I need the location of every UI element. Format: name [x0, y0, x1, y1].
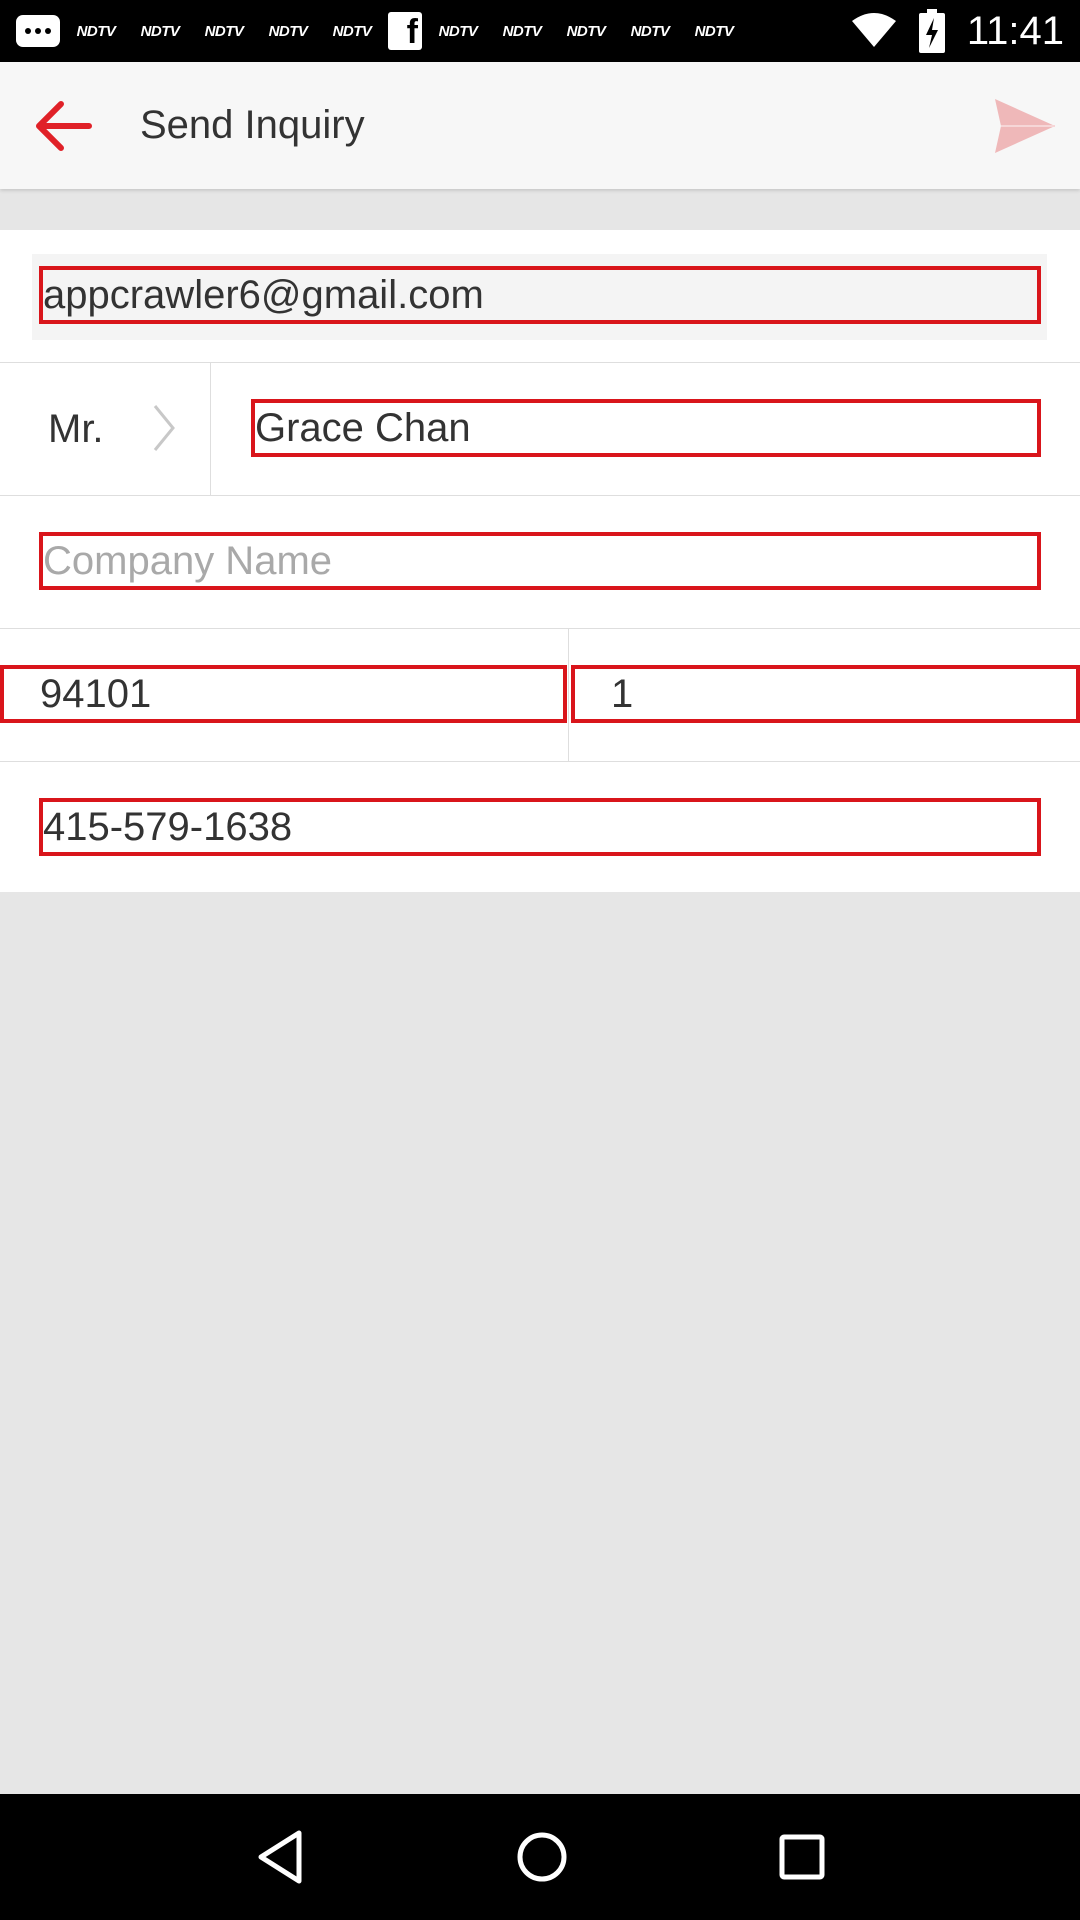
ndtv-notification-icon: NDTV — [332, 22, 372, 40]
battery-charging-icon — [918, 9, 945, 53]
ndtv-notification-icon: NDTV — [630, 22, 670, 40]
divider — [568, 629, 569, 761]
zip-code-field[interactable]: 94101 — [0, 665, 567, 723]
ndtv-notification-icon: NDTV — [268, 22, 308, 40]
email-field[interactable]: appcrawler6@gmail.com — [39, 266, 1041, 324]
ndtv-notification-icon: NDTV — [694, 22, 734, 40]
back-button[interactable] — [0, 62, 126, 189]
messages-icon — [16, 15, 60, 47]
ndtv-notification-icon: NDTV — [566, 22, 606, 40]
zip-country-row: 94101 1 — [0, 629, 1080, 762]
country-code-field[interactable]: 1 — [571, 665, 1080, 723]
company-name-field[interactable]: Company Name — [39, 532, 1041, 590]
send-button[interactable] — [970, 62, 1080, 189]
notification-area: NDTV NDTV NDTV NDTV NDTV f NDTV NDTV NDT… — [16, 12, 851, 51]
ndtv-notification-icon: NDTV — [438, 22, 478, 40]
status-time: 11:41 — [966, 8, 1064, 53]
company-row: Company Name — [0, 496, 1080, 629]
system-status: 11:41 — [851, 9, 1064, 54]
chevron-right-icon — [153, 405, 175, 451]
name-row: Mr. Grace Chan — [0, 363, 1080, 496]
salutation-select[interactable]: Mr. — [0, 363, 210, 495]
phone-field[interactable]: 415-579-1638 — [39, 798, 1041, 856]
ndtv-notification-icon: NDTV — [76, 22, 116, 40]
status-bar: NDTV NDTV NDTV NDTV NDTV f NDTV NDTV NDT… — [0, 0, 1080, 62]
recents-nav-icon[interactable] — [779, 1834, 825, 1880]
app-bar: Send Inquiry — [0, 62, 1080, 189]
salutation-value: Mr. — [48, 406, 104, 451]
send-icon — [995, 98, 1055, 153]
home-nav-icon[interactable] — [516, 1831, 568, 1883]
navigation-bar — [0, 1794, 1080, 1920]
name-field[interactable]: Grace Chan — [251, 399, 1041, 457]
email-row: appcrawler6@gmail.com — [0, 230, 1080, 363]
phone-row: 415-579-1638 — [0, 762, 1080, 892]
back-nav-icon[interactable] — [255, 1829, 305, 1885]
inquiry-form: appcrawler6@gmail.com Mr. Grace Chan Com… — [0, 230, 1080, 892]
wifi-icon — [851, 13, 896, 47]
ndtv-notification-icon: NDTV — [502, 22, 542, 40]
facebook-icon: f — [388, 12, 422, 51]
ndtv-notification-icon: NDTV — [204, 22, 244, 40]
divider — [210, 363, 211, 495]
page-title: Send Inquiry — [140, 103, 365, 147]
arrow-back-icon — [36, 100, 92, 151]
ndtv-notification-icon: NDTV — [140, 22, 180, 40]
